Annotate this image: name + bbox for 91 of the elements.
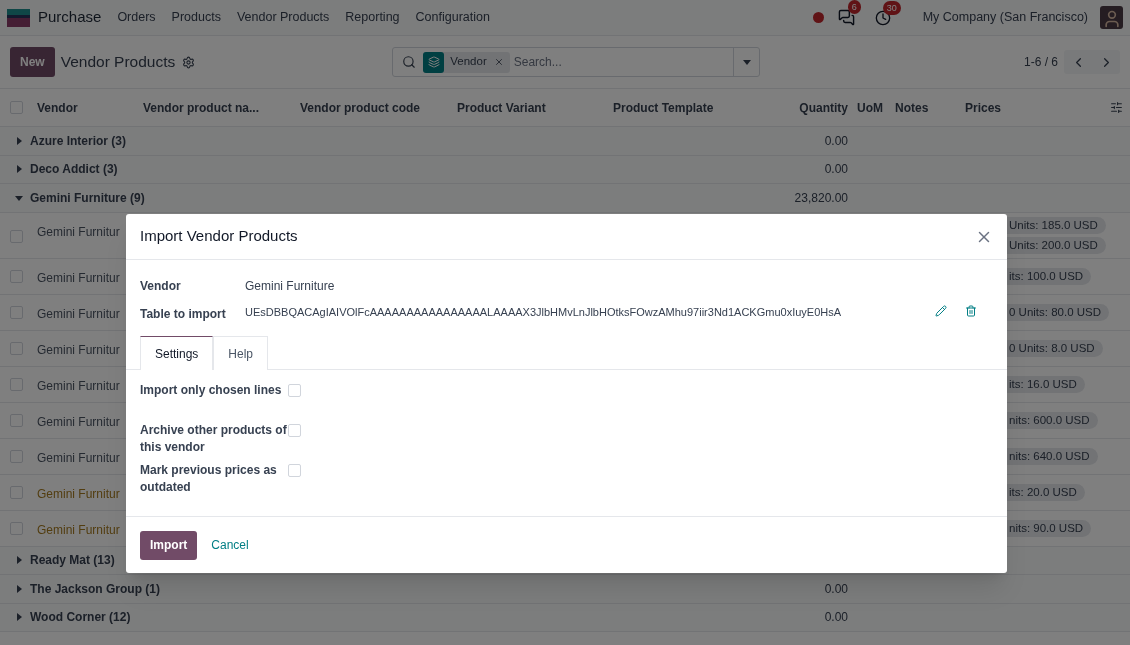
menu-item[interactable]: Products: [163, 8, 229, 27]
caret-right-icon: [15, 556, 23, 565]
price-tag: nits: 600.0 USD: [1007, 411, 1098, 429]
messages-icon[interactable]: [837, 9, 855, 26]
column-header[interactable]: Product Template: [613, 100, 714, 115]
settings-icon[interactable]: [182, 55, 196, 69]
menu-item[interactable]: Reporting: [337, 8, 408, 27]
next-button[interactable]: [1092, 50, 1120, 74]
group-quantity: 0.00: [823, 132, 848, 150]
caret-right-icon: [15, 584, 23, 593]
import-button[interactable]: Import: [140, 530, 198, 560]
group-row[interactable]: Wood Corner (12) 0.00: [0, 603, 1130, 632]
group-quantity: 23,820.00: [793, 189, 848, 207]
avatar[interactable]: [1100, 6, 1123, 29]
group-label: The Jackson Group (1): [30, 580, 162, 598]
caret-right-icon: [15, 613, 23, 622]
caret-down-icon: [15, 193, 23, 202]
vendor-cell-text: Gemini Furnitur: [37, 521, 120, 539]
price-tag: its: 20.0 USD: [1007, 483, 1085, 501]
group-quantity: 0.00: [823, 609, 848, 627]
pager-value[interactable]: 1-6 / 6: [1023, 53, 1058, 71]
field-value: UEsDBBQACAgIAIVOlFcAAAAAAAAAAAAAAAALAAAAX3JlbHMvLnJlbHOtksFOwzAMhu97iir3Nd1ACKGmu0xIuyE0HsA: [245, 305, 843, 320]
menu-item[interactable]: Vendor Products: [228, 8, 338, 27]
price-tag: its: 16.0 USD: [1007, 375, 1085, 393]
price-tag: 0 Units: 80.0 USD: [1007, 303, 1110, 321]
tab[interactable]: Settings: [140, 336, 214, 370]
group-label: Deco Addict (3): [30, 161, 119, 179]
field-label: Vendor: [140, 278, 182, 295]
group-label: Azure Interior (3): [30, 132, 127, 150]
column-header[interactable]: Notes: [895, 100, 929, 115]
group-icon: [427, 56, 440, 68]
trash-icon[interactable]: [965, 305, 977, 317]
column-header[interactable]: Vendor product code: [300, 100, 420, 115]
checkbox[interactable]: [288, 424, 301, 437]
column-settings-icon[interactable]: [1110, 101, 1123, 114]
group-row[interactable]: The Jackson Group (1) 0.00: [0, 575, 1130, 604]
menu-item[interactable]: Configuration: [407, 8, 498, 27]
vendor-cell-text: Gemini Furnitur: [37, 485, 120, 503]
page-title: Vendor Products: [60, 52, 176, 73]
price-tag: nits: 640.0 USD: [1007, 447, 1098, 465]
group-quantity: 0.00: [823, 161, 848, 179]
search-field[interactable]: Vendor Search...: [392, 47, 761, 77]
price-tag: its: 100.0 USD: [1007, 267, 1092, 285]
search-input[interactable]: Search...: [513, 53, 734, 71]
tab[interactable]: Help: [213, 336, 269, 370]
app-name[interactable]: Purchase: [38, 6, 102, 29]
group-label: Gemini Furniture (9): [30, 189, 146, 207]
filter-facet[interactable]: Vendor: [423, 51, 510, 73]
column-header[interactable]: Prices: [965, 100, 1002, 115]
price-tag: nits: 90.0 USD: [1007, 519, 1092, 537]
column-header[interactable]: UoM: [857, 100, 883, 115]
group-label: Wood Corner (12): [30, 609, 132, 627]
column-header[interactable]: Vendor product na...: [143, 100, 259, 115]
price-tag: Units: 185.0 USD: [1007, 216, 1106, 234]
app-logo-icon[interactable]: [7, 8, 30, 27]
option-label: Import only chosen lines: [140, 382, 283, 399]
group-quantity: 0.00: [823, 580, 848, 598]
vendor-cell-text: Gemini Furnitur: [37, 223, 120, 241]
price-tag: 0 Units: 8.0 USD: [1007, 339, 1103, 357]
search-icon: [402, 55, 417, 69]
vendor-cell-text: Gemini Furnitur: [37, 413, 120, 431]
caret-right-icon: [15, 136, 23, 145]
option-label: Mark previous prices as outdated: [140, 462, 278, 496]
new-button[interactable]: New: [10, 47, 55, 77]
notification-badge: 30: [882, 0, 901, 15]
vendor-cell-text: Gemini Furnitur: [37, 377, 120, 395]
vendor-cell-text: Gemini Furnitur: [37, 449, 120, 467]
checkbox[interactable]: [288, 464, 301, 477]
notification-badge: 6: [847, 0, 861, 14]
vendor-cell-text: Gemini Furnitur: [37, 305, 120, 323]
caret-right-icon: [15, 165, 23, 174]
checkbox[interactable]: [288, 384, 301, 397]
edit-icon[interactable]: [935, 305, 947, 317]
vendor-cell-text: Gemini Furnitur: [37, 269, 120, 287]
column-header[interactable]: Quantity: [799, 100, 848, 115]
vendor-cell-text: Gemini Furnitur: [37, 341, 120, 359]
clock-icon[interactable]: [874, 9, 891, 26]
remove-icon[interactable]: [493, 57, 504, 67]
dialog-title: Import Vendor Products: [140, 226, 298, 247]
previous-button[interactable]: [1064, 50, 1092, 74]
column-header[interactable]: Product Variant: [457, 100, 546, 115]
field-label: Table to import: [140, 306, 227, 323]
company-name[interactable]: My Company (San Francisco): [922, 8, 1088, 27]
price-tag: Units: 200.0 USD: [1007, 236, 1106, 254]
caret-down-icon: [742, 59, 751, 65]
group-label: Ready Mat (13): [30, 552, 116, 570]
column-header[interactable]: Vendor: [37, 100, 78, 115]
cancel-link[interactable]: Cancel: [211, 536, 249, 554]
field-value: Gemini Furniture: [245, 278, 335, 295]
option-label: Archive other products of this vendor: [140, 422, 288, 456]
menu-item[interactable]: Orders: [109, 8, 164, 27]
